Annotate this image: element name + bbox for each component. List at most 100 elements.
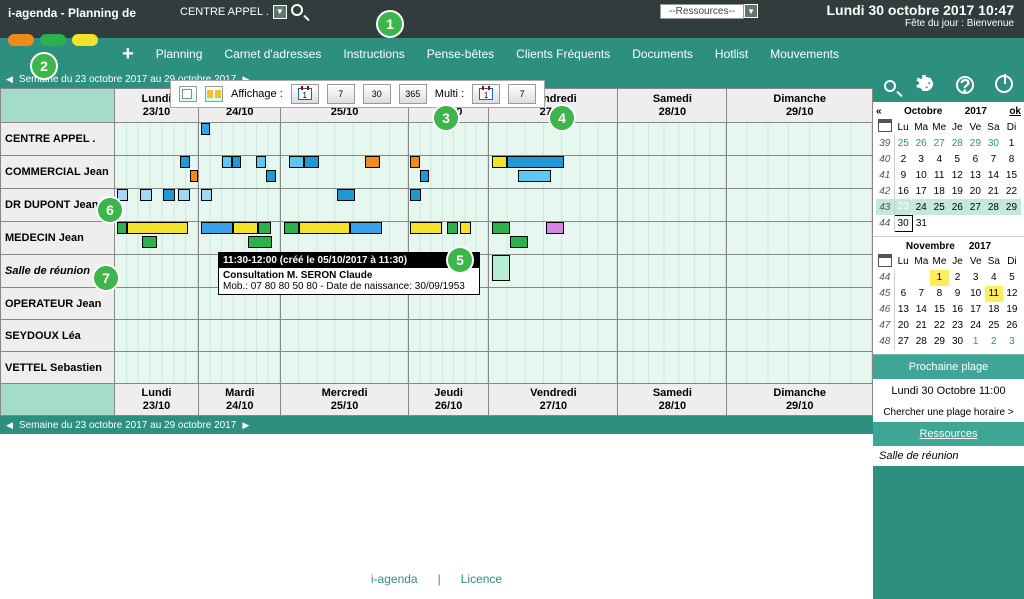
resource-cell[interactable]: SEYDOUX Léa	[1, 320, 115, 352]
cal-day[interactable]: 2	[985, 334, 1003, 350]
cal-day[interactable]: 6	[894, 286, 912, 302]
resource-cell[interactable]: VETTEL Sebastien	[1, 352, 115, 384]
cal-ok-button[interactable]: ok	[1009, 106, 1021, 117]
cal-day[interactable]: 16	[949, 302, 967, 318]
cal-day[interactable]: 24	[912, 199, 930, 215]
resource-cell[interactable]: MEDECIN Jean	[1, 222, 115, 255]
cal-day[interactable]: 26	[912, 135, 930, 151]
next-week-icon[interactable]: ▶	[242, 420, 249, 431]
cal-day[interactable]: 9	[894, 167, 912, 183]
tool-icon-1[interactable]	[179, 86, 197, 102]
cal-day[interactable]: 5	[948, 151, 966, 167]
cal-month[interactable]: Octobre	[904, 106, 942, 117]
resource-cell[interactable]: COMMERCIAL Jean	[1, 156, 115, 189]
cal-day[interactable]: 30	[894, 215, 912, 231]
footer-app[interactable]: i-agenda	[371, 572, 418, 586]
search-icon[interactable]	[884, 76, 896, 97]
nav-planning[interactable]: Planning	[156, 47, 203, 61]
cal-day[interactable]: 23	[894, 199, 912, 215]
cal-day[interactable]: 28	[912, 334, 930, 350]
cal-day[interactable]: 25	[894, 135, 912, 151]
cal-day[interactable]: 13	[966, 167, 984, 183]
cal-day[interactable]: 1	[930, 270, 948, 286]
chevron-down-icon[interactable]: ▼	[273, 5, 287, 19]
nav-mouvements[interactable]: Mouvements	[770, 47, 839, 61]
search-icon[interactable]	[291, 4, 303, 19]
cal-day[interactable]: 1	[1002, 135, 1020, 151]
resource-item[interactable]: Salle de réunion	[873, 446, 1024, 466]
cal-day[interactable]: 3	[967, 270, 985, 286]
view-1-button[interactable]: 1	[291, 84, 319, 104]
cal-day[interactable]: 7	[912, 286, 930, 302]
cal-day[interactable]: 15	[1002, 167, 1020, 183]
help-icon[interactable]: ?	[956, 76, 974, 97]
nav-hotlist[interactable]: Hotlist	[715, 47, 748, 61]
cal-day[interactable]: 31	[912, 215, 930, 231]
next-slot-button[interactable]: Prochaine plage	[873, 354, 1024, 379]
resource-cell[interactable]: OPERATEUR Jean	[1, 288, 115, 320]
cal-day[interactable]	[912, 270, 930, 286]
calendar-icon[interactable]	[878, 254, 892, 267]
cal-day[interactable]: 27	[930, 135, 948, 151]
cal-day[interactable]: 15	[930, 302, 948, 318]
view-7-button[interactable]: 7	[327, 84, 355, 104]
cal-day[interactable]: 8	[930, 286, 948, 302]
cal-day[interactable]: 23	[949, 318, 967, 334]
cal-day[interactable]: 30	[984, 135, 1002, 151]
cal-day[interactable]: 20	[966, 183, 984, 199]
cal-day[interactable]: 10	[912, 167, 930, 183]
view-30-button[interactable]: 30	[363, 84, 391, 104]
cal-day[interactable]: 29	[1002, 199, 1020, 215]
cal-day[interactable]: 9	[949, 286, 967, 302]
cal-day[interactable]: 5	[1003, 270, 1021, 286]
cal-day[interactable]	[948, 215, 966, 231]
cal-day[interactable]: 19	[948, 183, 966, 199]
cal-day[interactable]	[966, 215, 984, 231]
cal-day[interactable]: 18	[930, 183, 948, 199]
cal-day[interactable]: 6	[966, 151, 984, 167]
cal-day[interactable]: 4	[930, 151, 948, 167]
pill-green[interactable]	[40, 34, 66, 46]
cal-day[interactable]: 25	[985, 318, 1003, 334]
cal-day[interactable]: 17	[912, 183, 930, 199]
resources-header[interactable]: Ressources	[873, 422, 1024, 446]
cal-day[interactable]: 10	[967, 286, 985, 302]
cal-day[interactable]: 28	[984, 199, 1002, 215]
cal-day[interactable]: 24	[967, 318, 985, 334]
nav-documents[interactable]: Documents	[632, 47, 693, 61]
cal-day[interactable]: 28	[948, 135, 966, 151]
cal-day[interactable]: 18	[985, 302, 1003, 318]
cal-day[interactable]: 22	[930, 318, 948, 334]
footer-licence[interactable]: Licence	[461, 572, 502, 586]
cal-day[interactable]: 25	[930, 199, 948, 215]
cal-day[interactable]: 3	[1003, 334, 1021, 350]
cal-month[interactable]: Novembre	[906, 241, 955, 252]
view-365-button[interactable]: 365	[399, 84, 427, 104]
cal-year[interactable]: 2017	[965, 106, 987, 117]
cal-day[interactable]: 12	[1003, 286, 1021, 302]
tool-icon-2[interactable]	[205, 86, 223, 102]
cal-day[interactable]: 27	[966, 199, 984, 215]
power-icon[interactable]	[995, 75, 1013, 98]
multi-7-button[interactable]: 7	[508, 84, 536, 104]
cal-day[interactable]: 12	[948, 167, 966, 183]
cal-day[interactable]: 29	[966, 135, 984, 151]
cal-day[interactable]	[930, 215, 948, 231]
calendar-icon[interactable]	[878, 119, 892, 132]
pill-yellow[interactable]	[72, 34, 98, 46]
cal-year[interactable]: 2017	[969, 241, 991, 252]
cal-day[interactable]: 14	[984, 167, 1002, 183]
add-button[interactable]: +	[122, 43, 134, 66]
nav-clientsfreq[interactable]: Clients Fréquents	[516, 47, 610, 61]
cal-day[interactable]: 29	[930, 334, 948, 350]
prev-week-icon[interactable]: ◀	[6, 420, 13, 431]
prev-month-icon[interactable]: «	[876, 106, 882, 117]
cal-day[interactable]	[894, 270, 912, 286]
cal-day[interactable]: 14	[912, 302, 930, 318]
cal-day[interactable]: 11	[930, 167, 948, 183]
cal-day[interactable]: 20	[894, 318, 912, 334]
cal-day[interactable]: 1	[967, 334, 985, 350]
search-slot-link[interactable]: Chercher une plage horaire >	[873, 403, 1024, 422]
cal-day[interactable]: 16	[894, 183, 912, 199]
cal-day[interactable]: 19	[1003, 302, 1021, 318]
